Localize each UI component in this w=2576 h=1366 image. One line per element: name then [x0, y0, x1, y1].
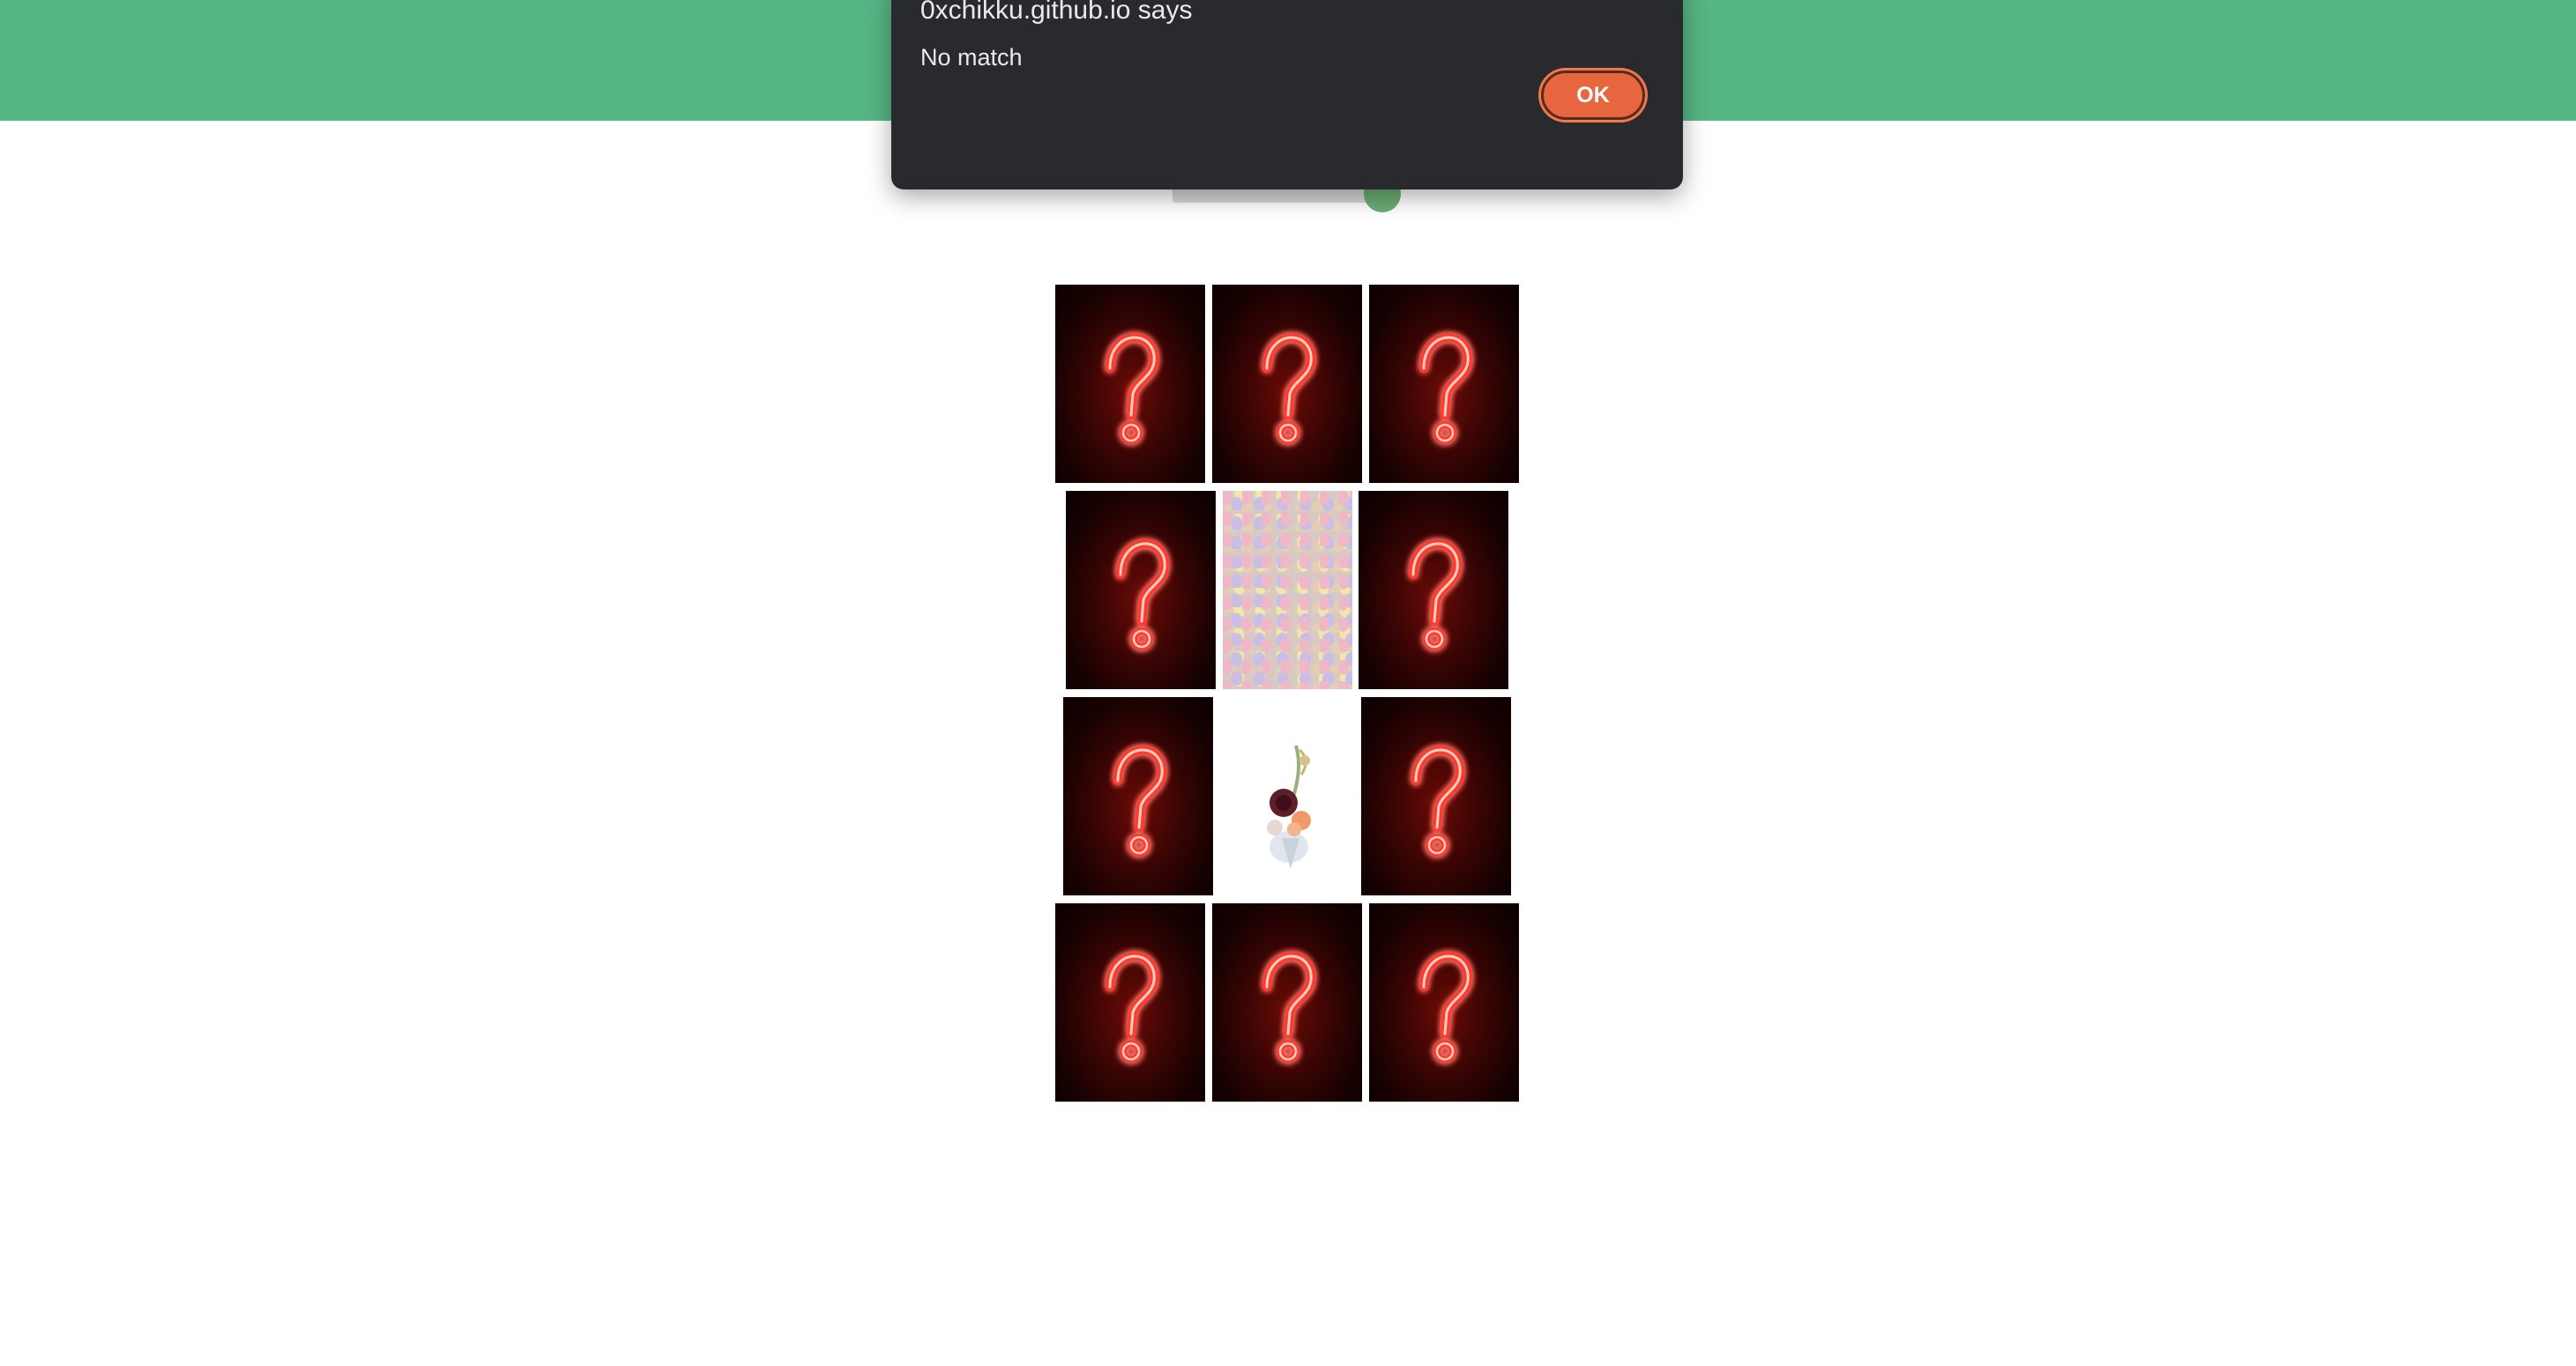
card-hidden[interactable] — [1361, 697, 1511, 895]
card-hidden[interactable] — [1063, 697, 1213, 895]
question-mark-icon — [1055, 903, 1205, 1102]
card-hidden[interactable] — [1055, 903, 1205, 1102]
card-revealed-eggs[interactable] — [1223, 491, 1352, 689]
card-hidden[interactable] — [1055, 285, 1205, 483]
page: 0xchikku.github.io says No match OK — [0, 0, 2576, 1366]
alert-dialog: 0xchikku.github.io says No match OK — [891, 0, 1683, 189]
card-hidden[interactable] — [1066, 491, 1216, 689]
dialog-message: No match — [920, 44, 1023, 71]
question-mark-icon — [1212, 903, 1362, 1102]
flower-bouquet-image — [1267, 745, 1311, 869]
question-mark-icon — [1359, 491, 1508, 689]
card-revealed-flower[interactable] — [1220, 697, 1359, 895]
question-mark-icon — [1369, 285, 1519, 483]
question-mark-icon — [1369, 903, 1519, 1102]
card-hidden[interactable] — [1212, 285, 1362, 483]
question-mark-icon — [1055, 285, 1205, 483]
question-mark-icon — [1066, 491, 1216, 689]
ok-button[interactable]: OK — [1541, 71, 1645, 120]
question-mark-icon — [1361, 697, 1511, 895]
card-hidden[interactable] — [1369, 903, 1519, 1102]
question-mark-icon — [1212, 285, 1362, 483]
dialog-title: 0xchikku.github.io says — [920, 0, 1193, 25]
game-board — [0, 0, 2576, 1366]
question-mark-icon — [1063, 697, 1213, 895]
card-hidden[interactable] — [1359, 491, 1508, 689]
card-hidden[interactable] — [1369, 285, 1519, 483]
card-hidden[interactable] — [1212, 903, 1362, 1102]
